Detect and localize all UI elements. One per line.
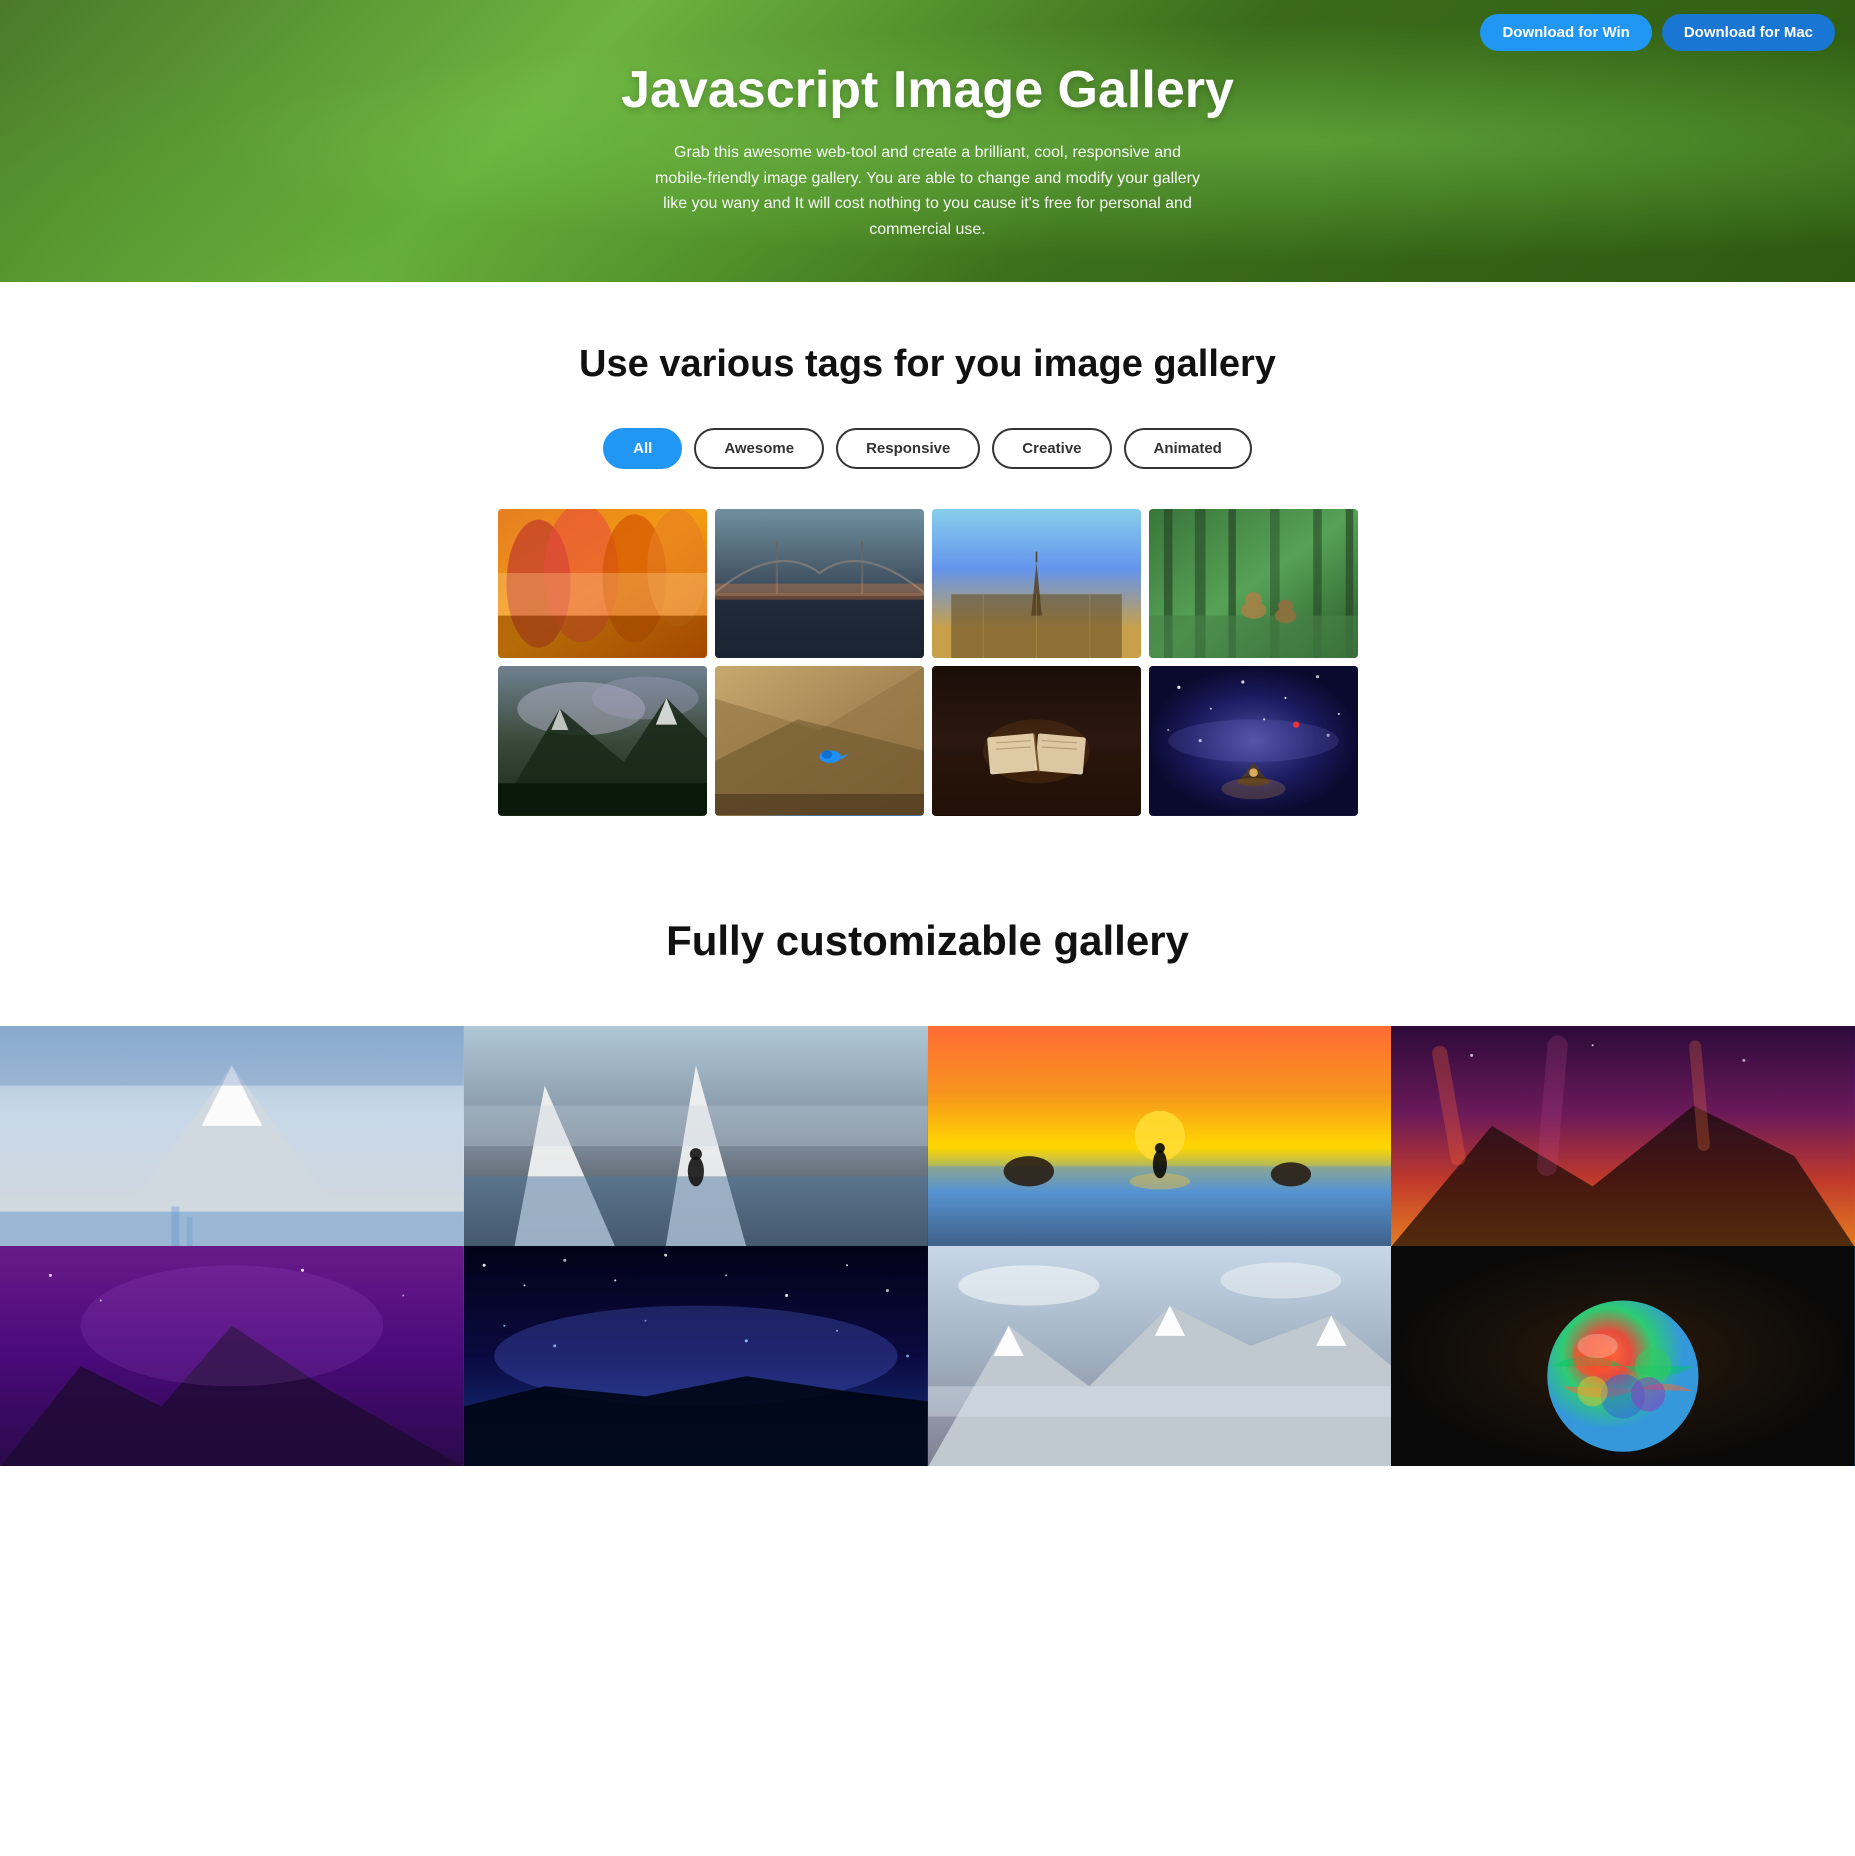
filter-responsive-button[interactable]: Responsive <box>836 428 980 469</box>
full-gallery-item-aurora[interactable] <box>1391 1026 1855 1246</box>
gallery-item-autumn[interactable] <box>498 509 707 658</box>
full-gallery-item-iceland[interactable] <box>0 1026 464 1246</box>
download-win-button[interactable]: Download for Win <box>1480 14 1651 51</box>
gallery-item-bridge[interactable] <box>715 509 924 658</box>
gallery-item-deer[interactable] <box>1149 509 1358 658</box>
header-buttons: Download for Win Download for Mac <box>1480 14 1835 51</box>
full-gallery-item-purple-cliffs[interactable] <box>0 1246 464 1466</box>
tags-title: Use various tags for you image gallery <box>20 342 1835 388</box>
tag-filter-bar: All Awesome Responsive Creative Animated <box>20 428 1835 469</box>
main-gallery-grid <box>478 509 1378 816</box>
filter-animated-button[interactable]: Animated <box>1124 428 1252 469</box>
customizable-title: Fully customizable gallery <box>20 916 1835 966</box>
page-header: Download for Win Download for Mac Javasc… <box>0 0 1855 282</box>
header-description: Grab this awesome web-tool and create a … <box>648 140 1208 242</box>
full-gallery-item-cliffs[interactable] <box>464 1026 928 1246</box>
gallery-item-rock[interactable] <box>715 666 924 815</box>
gallery-item-galaxy[interactable] <box>1149 666 1358 815</box>
download-mac-button[interactable]: Download for Mac <box>1662 14 1835 51</box>
full-gallery-item-milky-way[interactable] <box>464 1246 928 1466</box>
full-gallery-item-snowy-mountains[interactable] <box>928 1246 1392 1466</box>
full-gallery-grid <box>0 1026 1855 1466</box>
customizable-section: Fully customizable gallery <box>0 856 1855 1026</box>
full-gallery-item-colorful-ball[interactable] <box>1391 1246 1855 1466</box>
gallery-item-book[interactable] <box>932 666 1141 815</box>
full-gallery-item-sunset[interactable] <box>928 1026 1392 1246</box>
filter-creative-button[interactable]: Creative <box>992 428 1111 469</box>
filter-all-button[interactable]: All <box>603 428 682 469</box>
filter-awesome-button[interactable]: Awesome <box>694 428 824 469</box>
tags-section: Use various tags for you image gallery A… <box>0 282 1855 855</box>
page-title: Javascript Image Gallery <box>621 60 1234 120</box>
gallery-item-mountain[interactable] <box>498 666 707 815</box>
gallery-item-city[interactable] <box>932 509 1141 658</box>
